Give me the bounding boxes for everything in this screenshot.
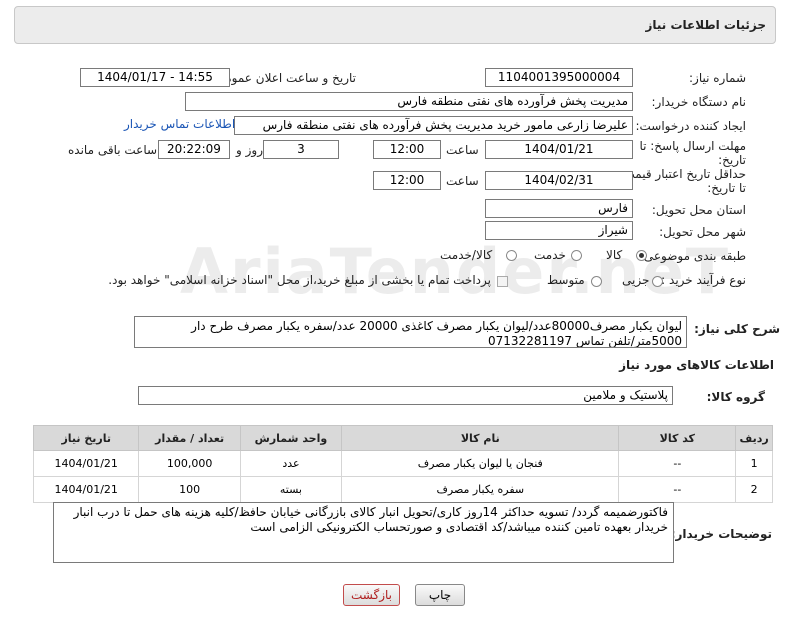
delivery-province-field: فارس xyxy=(485,199,633,218)
cell-date: 1404/01/21 xyxy=(32,450,140,477)
remaining-time-label: ساعت باقی مانده xyxy=(68,143,158,157)
buyer-notes-field: فاکتورضمیمه گردد/ تسویه حداکثر 14روز کار… xyxy=(53,502,674,563)
delivery-city-field: شیراز xyxy=(485,221,633,240)
goods-table-header: ردیف کد کالا نام کالا واحد شمارش تعداد /… xyxy=(32,425,773,451)
cell-name: سفره یکبار مصرف xyxy=(341,476,620,503)
price-validity-date-field: 1404/02/31 xyxy=(485,171,633,190)
need-number-field: 1104001395000004 xyxy=(485,68,633,87)
purchase-radio-medium[interactable] xyxy=(591,276,602,287)
category-option-service: خدمت xyxy=(534,248,566,262)
buyer-org-field: مدیریت پخش فرآورده های نفتی منطقه فارس xyxy=(185,92,633,111)
need-number-label: شماره نیاز: xyxy=(689,71,746,85)
reply-deadline-time-field: 12:00 xyxy=(373,140,441,159)
treasury-payment-checkbox[interactable] xyxy=(497,276,508,287)
category-radio-goods[interactable] xyxy=(636,250,647,261)
general-description-field: لیوان یکبار مصرف80000عدد/لیوان یکبار مصر… xyxy=(134,316,687,348)
requester-label: ایجاد کننده درخواست: xyxy=(635,119,746,133)
cell-row: 1 xyxy=(735,450,773,477)
buyer-contact-link[interactable]: اطلاعات تماس خریدار xyxy=(124,117,235,131)
requester-field: علیرضا زارعی مامور خرید مدیریت پخش فرآور… xyxy=(234,116,633,135)
cell-code: -- xyxy=(618,476,737,503)
delivery-city-label: شهر محل تحویل: xyxy=(659,225,746,239)
page-title: جزئیات اطلاعات نیاز xyxy=(645,18,766,32)
price-validity-label-1: حداقل تاریخ اعتبار قیمت: xyxy=(619,167,746,181)
announce-datetime-field: 1404/01/17 - 14:55 xyxy=(80,68,230,87)
table-row: 1 -- فنجان یا لیوان یکبار مصرف عدد 100,0… xyxy=(32,450,773,477)
reply-time-label: ساعت xyxy=(446,143,479,157)
category-label: طبقه بندی موضوعی: xyxy=(639,249,746,263)
cell-unit: عدد xyxy=(239,450,343,477)
purchase-option-medium: متوسط xyxy=(547,273,585,287)
buyer-org-label: نام دستگاه خریدار: xyxy=(651,95,747,109)
cell-name: فنجان یا لیوان یکبار مصرف xyxy=(341,450,620,477)
cell-date: 1404/01/21 xyxy=(32,476,140,503)
category-radio-service[interactable] xyxy=(571,250,582,261)
print-button[interactable]: چاپ xyxy=(415,584,465,606)
col-row: ردیف xyxy=(735,425,773,451)
reply-deadline-date-field: 1404/01/21 xyxy=(485,140,633,159)
goods-group-label: گروه کالا: xyxy=(706,390,765,404)
treasury-payment-note: پرداخت تمام یا بخشی از مبلغ خرید،از محل … xyxy=(108,273,491,287)
category-option-goods: کالا xyxy=(606,248,623,262)
price-validity-label-2: تا تاریخ: xyxy=(707,181,746,195)
reply-days-label: روز و xyxy=(236,143,263,157)
table-row: 2 -- سفره یکبار مصرف بسته 100 1404/01/21 xyxy=(32,476,773,503)
col-qty: تعداد / مقدار xyxy=(138,425,241,451)
buyer-notes-label: توضیحات خریدار: xyxy=(670,527,772,541)
col-name: نام کالا xyxy=(341,425,620,451)
purchase-type-label: نوع فرآیند خرید : xyxy=(661,273,746,287)
goods-table: ردیف کد کالا نام کالا واحد شمارش تعداد /… xyxy=(32,425,773,503)
remaining-time-field: 20:22:09 xyxy=(158,140,230,159)
col-code: کد کالا xyxy=(618,425,737,451)
back-button[interactable]: بازگشت xyxy=(343,584,400,606)
cell-qty: 100 xyxy=(138,476,241,503)
price-validity-time-label: ساعت xyxy=(446,174,479,188)
cell-row: 2 xyxy=(735,476,773,503)
purchase-radio-minor[interactable] xyxy=(652,276,663,287)
reply-days-field: 3 xyxy=(263,140,339,159)
cell-code: -- xyxy=(618,450,737,477)
reply-deadline-label-1: مهلت ارسال پاسخ: تا xyxy=(639,139,746,153)
general-description-label: شرح کلی نیاز: xyxy=(694,322,780,336)
purchase-option-minor: جزیی xyxy=(622,273,650,287)
col-unit: واحد شمارش xyxy=(239,425,343,451)
category-option-goods-service: کالا/خدمت xyxy=(440,248,493,262)
cell-unit: بسته xyxy=(239,476,343,503)
reply-deadline-label-2: تاریخ: xyxy=(718,153,746,167)
goods-section-title: اطلاعات کالاهای مورد نیاز xyxy=(619,358,774,372)
watermark-logo: AriaTender.neT xyxy=(180,235,731,308)
col-date: تاریخ نیاز xyxy=(32,425,140,451)
price-validity-time-field: 12:00 xyxy=(373,171,441,190)
cell-qty: 100,000 xyxy=(138,450,241,477)
delivery-province-label: استان محل تحویل: xyxy=(651,203,746,217)
goods-group-field: پلاستیک و ملامین xyxy=(138,386,673,405)
category-radio-goods-service[interactable] xyxy=(506,250,517,261)
announce-datetime-label: تاریخ و ساعت اعلان عمومی: xyxy=(211,71,356,85)
